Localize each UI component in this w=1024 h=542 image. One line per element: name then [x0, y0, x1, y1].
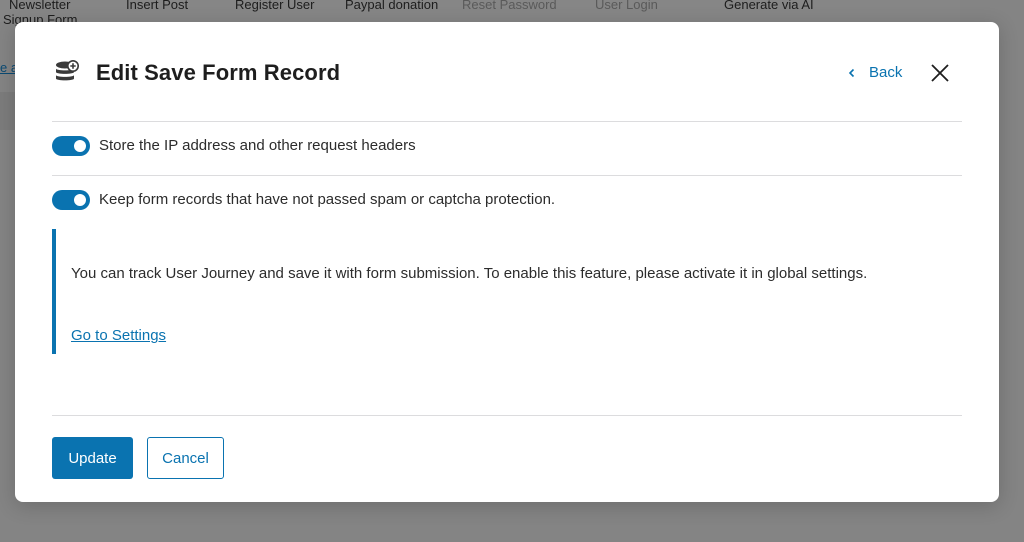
back-button-label: Back — [869, 64, 903, 81]
keep-spam-records-toggle[interactable] — [52, 190, 90, 210]
update-button[interactable]: Update — [52, 437, 133, 479]
close-icon[interactable] — [929, 62, 951, 84]
toggle-knob — [74, 194, 86, 206]
toggle-knob — [74, 140, 86, 152]
modal-title: Edit Save Form Record — [96, 60, 341, 85]
bg-tab-generate-ai: Generate via AI — [724, 0, 814, 12]
store-ip-label: Store the IP address and other request h… — [99, 137, 416, 154]
bg-tab-label: Newsletter — [9, 0, 71, 12]
edit-save-form-record-modal: Edit Save Form Record Back Store the IP … — [15, 22, 999, 502]
notice-text: You can track User Journey and save it w… — [71, 265, 868, 282]
bg-tab-register-user: Register User — [235, 0, 315, 12]
background-form-tabs: Newsletter Signup Form Insert Post Regis… — [0, 0, 960, 27]
keep-spam-records-label: Keep form records that have not passed s… — [99, 191, 556, 208]
user-journey-notice: You can track User Journey and save it w… — [52, 229, 962, 354]
row-divider — [52, 175, 962, 176]
toggle-row-keep-spam: Keep form records that have not passed s… — [52, 189, 555, 211]
bg-tab-paypal-donation: Paypal donation — [345, 0, 439, 12]
cancel-button[interactable]: Cancel — [147, 437, 224, 479]
bg-tab-reset-password: Reset Password — [462, 0, 557, 12]
footer-divider — [52, 415, 962, 416]
chevron-left-icon — [848, 68, 855, 78]
bg-strip — [0, 92, 16, 130]
store-ip-toggle[interactable] — [52, 136, 90, 156]
header-divider — [52, 121, 962, 122]
database-plus-icon — [56, 60, 79, 81]
go-to-settings-link[interactable]: Go to Settings — [71, 326, 166, 346]
bg-link-fragment: e a — [0, 60, 15, 75]
back-button[interactable]: Back — [847, 63, 902, 83]
modal-header: Edit Save Form Record Back — [15, 22, 999, 122]
toggle-row-store-ip: Store the IP address and other request h… — [52, 135, 416, 157]
bg-tab-user-login: User Login — [595, 0, 658, 12]
bg-tab-insert-post: Insert Post — [126, 0, 189, 12]
